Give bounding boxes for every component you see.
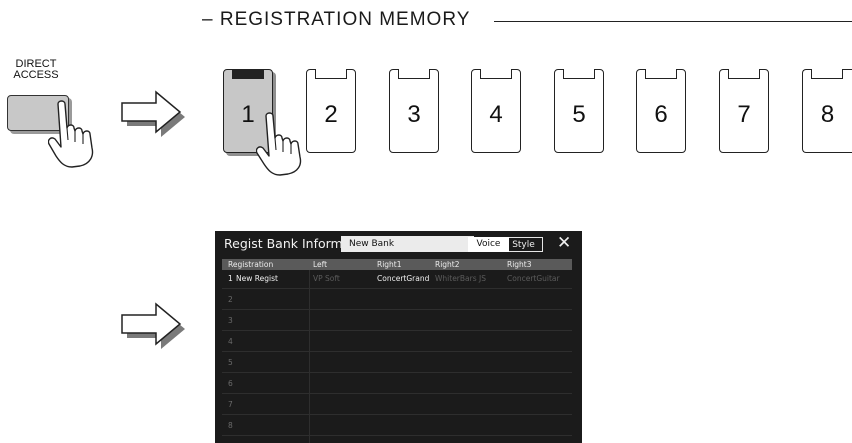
direct-access-label-line2: ACCESS xyxy=(13,69,59,81)
button-number: 3 xyxy=(407,101,421,128)
row-number: 8 xyxy=(228,421,233,430)
button-led-indicator xyxy=(232,69,264,79)
registration-name: New Regist xyxy=(236,274,278,283)
button-led-indicator xyxy=(728,69,760,79)
right3-voice: ConcertGuitar xyxy=(507,274,560,283)
column-header-right3: Right3 xyxy=(507,260,532,269)
left-voice: VP Soft xyxy=(313,274,340,283)
row-number: 1 xyxy=(228,274,233,283)
row-number: 5 xyxy=(228,358,233,367)
section-title: – REGISTRATION MEMORY xyxy=(202,9,471,30)
table-row[interactable]: 8 xyxy=(222,417,572,436)
table-row[interactable]: 6 xyxy=(222,375,572,394)
registration-memory-button-4[interactable]: 4 xyxy=(471,69,521,153)
column-header-right1: Right1 xyxy=(377,260,402,269)
row-number: 4 xyxy=(228,337,233,346)
button-led-indicator xyxy=(480,69,512,79)
button-number: 2 xyxy=(324,101,338,128)
button-led-indicator xyxy=(398,69,430,79)
direct-access-label: DIRECT ACCESS xyxy=(0,59,72,81)
registration-memory-button-7[interactable]: 7 xyxy=(719,69,769,153)
button-led-indicator xyxy=(563,69,595,79)
row-number: 3 xyxy=(228,316,233,325)
registration-memory-button-8[interactable]: 8 xyxy=(802,69,852,153)
registration-memory-button-6[interactable]: 6 xyxy=(636,69,686,153)
button-number: 4 xyxy=(489,101,503,128)
registration-memory-button-3[interactable]: 3 xyxy=(389,69,439,153)
button-number: 5 xyxy=(572,101,586,128)
table-row[interactable]: 1 New Regist VP Soft ConcertGrand Whiter… xyxy=(222,270,572,289)
button-number: 8 xyxy=(820,101,835,128)
column-header-right2: Right2 xyxy=(435,260,460,269)
registration-memory-button-2[interactable]: 2 xyxy=(306,69,356,153)
row-number: 2 xyxy=(228,295,233,304)
button-led-indicator xyxy=(315,69,347,79)
regist-bank-information-dialog: Regist Bank Information New Bank Style V… xyxy=(215,231,582,443)
section-rule xyxy=(494,21,852,22)
hand-pointer-icon xyxy=(48,100,94,168)
button-number: 7 xyxy=(737,101,751,128)
button-led-indicator xyxy=(645,69,677,79)
table-row[interactable]: 7 xyxy=(222,396,572,415)
row-number: 7 xyxy=(228,400,233,409)
table-row[interactable]: 4 xyxy=(222,333,572,352)
table-row[interactable]: 5 xyxy=(222,354,572,373)
registration-memory-button-5[interactable]: 5 xyxy=(554,69,604,153)
right-arrow-icon xyxy=(121,302,185,349)
column-header-left: Left xyxy=(313,260,328,269)
row-number: 6 xyxy=(228,379,233,388)
right2-voice: WhiterBars JS xyxy=(435,274,486,283)
voice-tab[interactable]: Voice xyxy=(468,237,509,252)
bank-name-field[interactable]: New Bank xyxy=(341,236,474,252)
table-row[interactable]: 3 xyxy=(222,312,572,331)
style-tab[interactable]: Style xyxy=(504,237,543,252)
close-icon[interactable]: ✕ xyxy=(557,234,571,252)
right1-voice: ConcertGrand xyxy=(377,274,430,283)
table-row[interactable]: 2 xyxy=(222,291,572,310)
button-led-indicator xyxy=(811,69,843,79)
column-header-registration: Registration xyxy=(228,260,274,269)
hand-pointer-icon xyxy=(256,112,302,176)
right-arrow-icon xyxy=(121,90,185,137)
button-number: 6 xyxy=(654,101,668,128)
table-header: Registration Left Right1 Right2 Right3 xyxy=(222,259,572,270)
